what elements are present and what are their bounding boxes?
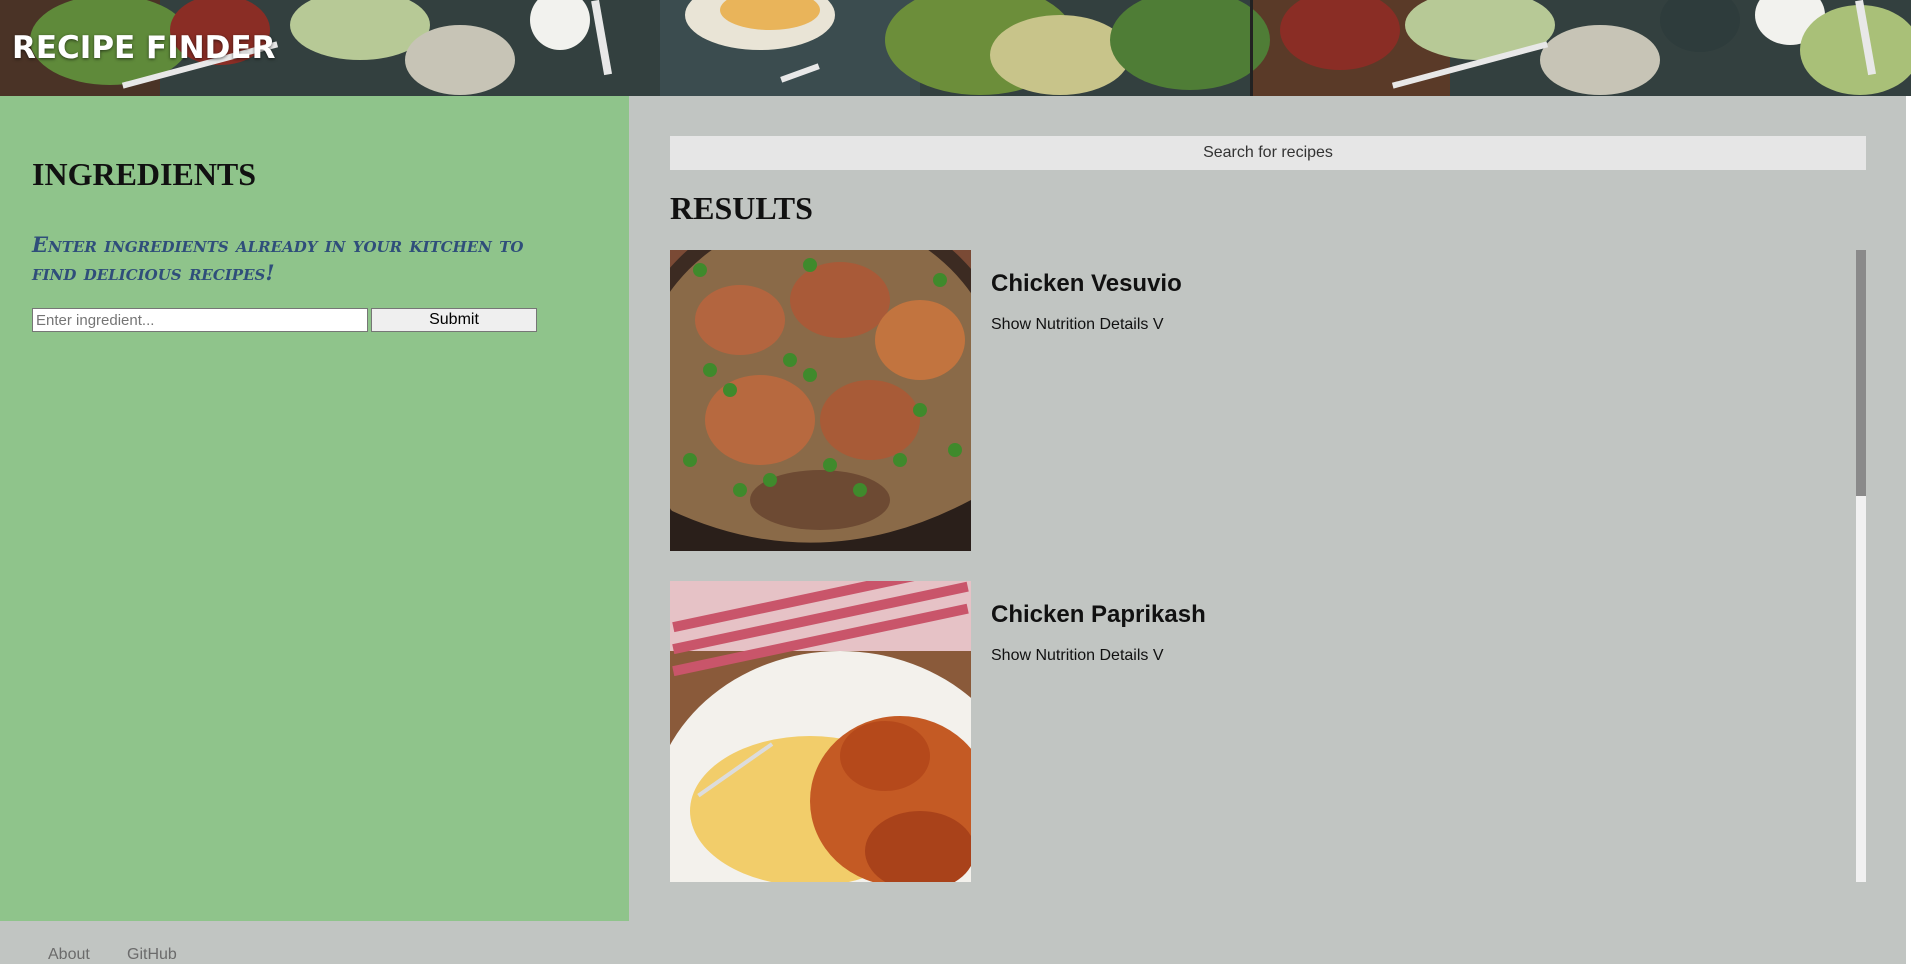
results-heading: RESULTS xyxy=(670,190,813,226)
results-list[interactable]: Chicken Vesuvio Show Nutrition Details V… xyxy=(670,250,1866,882)
page-edge xyxy=(1906,96,1911,964)
ingredients-tagline: Enter ingredients already in your kitche… xyxy=(32,232,524,285)
nutrition-toggle[interactable]: Show Nutrition Details V xyxy=(991,647,1164,665)
recipe-search-input[interactable] xyxy=(670,136,1866,170)
recipe-title: Chicken Vesuvio xyxy=(991,270,1182,297)
recipe-image xyxy=(670,250,971,551)
banner-food-image xyxy=(0,0,1911,96)
recipe-image xyxy=(670,581,971,882)
ingredients-heading: INGREDIENTS xyxy=(32,156,257,192)
recipe-card: Chicken Paprikash Show Nutrition Details… xyxy=(670,581,1850,882)
ingredient-input[interactable] xyxy=(32,308,368,332)
footer-link-github[interactable]: GitHub xyxy=(127,946,177,964)
recipe-title: Chicken Paprikash xyxy=(991,601,1206,628)
results-scrollbar[interactable] xyxy=(1856,250,1866,882)
submit-button[interactable]: Submit xyxy=(371,308,537,332)
nutrition-toggle[interactable]: Show Nutrition Details V xyxy=(991,316,1164,334)
footer-link-about[interactable]: About xyxy=(48,946,90,964)
recipe-card: Chicken Vesuvio Show Nutrition Details V xyxy=(670,250,1850,552)
footer: About GitHub xyxy=(0,921,1906,964)
app-title: RECIPE FINDER xyxy=(12,30,276,66)
ingredients-sidebar: INGREDIENTS Enter ingredients already in… xyxy=(0,96,629,921)
scrollbar-thumb[interactable] xyxy=(1856,250,1866,496)
header-banner: RECIPE FINDER xyxy=(0,0,1911,96)
